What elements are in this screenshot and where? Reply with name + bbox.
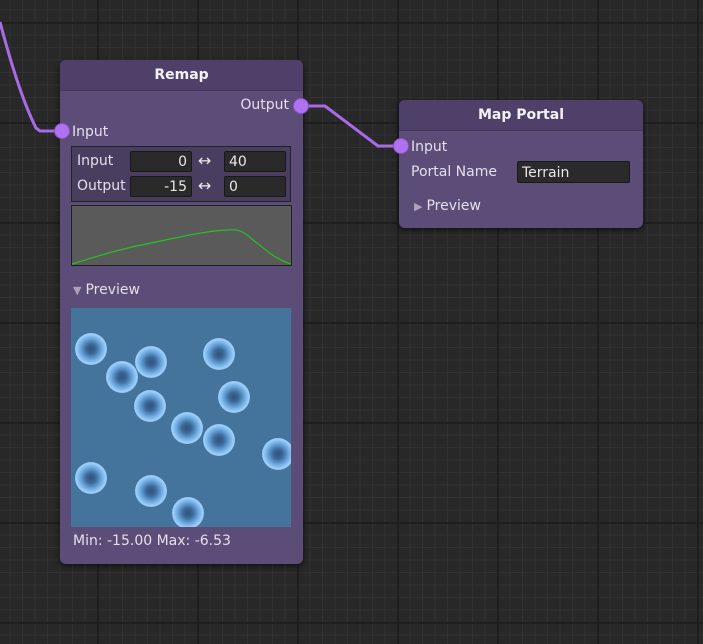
input-min-field[interactable]: 0 bbox=[130, 151, 192, 172]
preview-blob bbox=[75, 333, 107, 365]
preview-blob bbox=[75, 462, 107, 494]
map-portal-node-title: Map Portal bbox=[478, 107, 564, 123]
map-portal-node-header[interactable]: Map Portal bbox=[399, 100, 643, 131]
preview-blob bbox=[135, 346, 167, 378]
remap-min-max-stats: Min: -15.00 Max: -6.53 bbox=[73, 533, 231, 549]
remap-node-title: Remap bbox=[154, 67, 209, 83]
triangle-down-icon: ▼ bbox=[73, 284, 82, 297]
preview-blob bbox=[134, 390, 166, 422]
left-right-arrow-icon: ↔ bbox=[198, 176, 212, 195]
portal-name-field[interactable]: Terrain bbox=[517, 161, 630, 183]
remap-node[interactable]: Remap Output Input Input 0 ↔ 40 Output -… bbox=[55, 60, 308, 564]
preview-blob bbox=[172, 497, 204, 527]
remap-curve bbox=[71, 229, 292, 265]
preview-blob bbox=[106, 361, 138, 393]
preview-blob bbox=[218, 381, 250, 413]
portal-name-label: Portal Name bbox=[411, 164, 497, 180]
map-portal-input-label: Input bbox=[411, 139, 448, 155]
wire-remap-output-to-portal-input[interactable] bbox=[301, 104, 401, 148]
preview-blob bbox=[262, 438, 291, 470]
remap-output-label: Output bbox=[240, 97, 289, 113]
preview-blob bbox=[171, 412, 203, 444]
remap-input-port[interactable] bbox=[55, 124, 69, 138]
graph-canvas[interactable]: Remap Output Input Input 0 ↔ 40 Output -… bbox=[0, 0, 703, 644]
map-portal-preview-label: Preview bbox=[426, 198, 481, 214]
remap-curve-line bbox=[71, 229, 292, 265]
remap-node-header[interactable]: Remap bbox=[60, 60, 303, 91]
input-range-label: Input bbox=[77, 153, 114, 169]
preview-blob bbox=[135, 475, 167, 507]
remap-preview-image bbox=[71, 308, 291, 527]
preview-blob bbox=[203, 338, 235, 370]
wire-upstream-to-remap-input[interactable] bbox=[0, 21, 61, 133]
input-max-field[interactable]: 40 bbox=[224, 151, 286, 172]
map-portal-node[interactable]: Map Portal Input Portal Name Terrain ▶ Pr… bbox=[394, 100, 643, 228]
preview-blob bbox=[203, 424, 235, 456]
map-portal-input-port[interactable] bbox=[394, 139, 408, 153]
remap-preview-foldout[interactable]: ▼ Preview bbox=[73, 282, 140, 298]
output-max-field[interactable]: 0 bbox=[224, 176, 286, 197]
left-right-arrow-icon: ↔ bbox=[198, 151, 212, 170]
remap-preview-label: Preview bbox=[85, 282, 140, 298]
output-range-label: Output bbox=[77, 178, 126, 194]
remap-curve-editor[interactable] bbox=[71, 205, 292, 266]
output-min-field[interactable]: -15 bbox=[130, 176, 192, 197]
map-portal-preview-foldout[interactable]: ▶ Preview bbox=[414, 198, 481, 214]
triangle-right-icon: ▶ bbox=[414, 200, 423, 213]
remap-input-label: Input bbox=[72, 124, 109, 140]
remap-output-port[interactable] bbox=[294, 99, 308, 113]
remap-range-panel: Input 0 ↔ 40 Output -15 ↔ 0 bbox=[71, 146, 291, 202]
